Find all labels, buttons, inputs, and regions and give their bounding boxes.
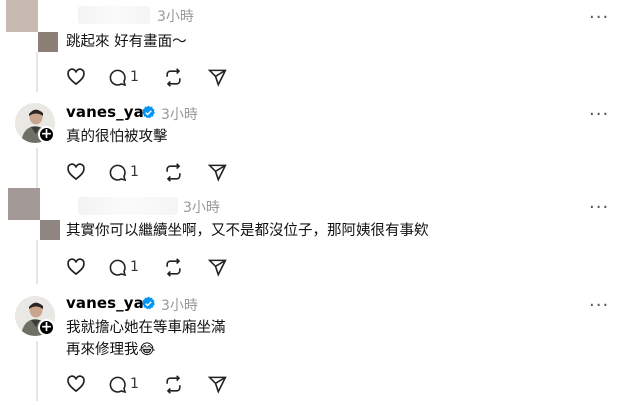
reply-count: 1: [130, 259, 139, 275]
follow-plus-icon[interactable]: +: [38, 126, 55, 143]
thread-line: [36, 52, 38, 92]
share-button[interactable]: [208, 161, 227, 183]
like-button[interactable]: [66, 373, 86, 395]
repost-button[interactable]: [164, 256, 183, 278]
reply-count: 1: [130, 376, 139, 392]
repost-icon: [166, 67, 181, 87]
comment-line: 真的很怕被攻擊: [66, 129, 168, 145]
verified-badge-icon: [142, 296, 155, 310]
comment-line: 跳起來 好有畫面～: [66, 34, 187, 50]
comment-text: 跳起來 好有畫面～: [66, 31, 187, 53]
username-redacted[interactable]: [78, 197, 178, 215]
share-icon: [208, 376, 227, 394]
repost-icon: [166, 162, 181, 182]
comment-line: 再來修理我😂: [66, 342, 156, 358]
thread-line: [36, 341, 38, 401]
share-icon: [208, 259, 227, 277]
reply-button[interactable]: 1: [108, 373, 139, 395]
comment-line: 其實你可以繼續坐啊，又不是都沒位子，那阿姨很有事欸: [66, 223, 429, 239]
comment-icon: [109, 69, 127, 86]
heart-icon: [67, 68, 85, 86]
heart-icon: [67, 163, 85, 181]
timestamp: 3小時: [157, 9, 194, 25]
comment-text: 我就擔心她在等車廂坐滿 再來修理我😂: [66, 317, 226, 361]
action-bar: 1: [66, 373, 236, 397]
comment-icon: [109, 376, 127, 393]
avatar[interactable]: [8, 188, 60, 240]
action-bar: 1: [66, 161, 236, 185]
timestamp: 3小時: [161, 298, 198, 314]
comment-icon: [109, 164, 127, 181]
comment-text: 真的很怕被攻擊: [66, 126, 168, 148]
more-icon[interactable]: ···: [589, 9, 609, 27]
repost-icon: [166, 257, 181, 277]
comment-line: 我就擔心她在等車廂坐滿: [66, 320, 226, 336]
avatar[interactable]: [6, 0, 58, 52]
more-icon[interactable]: ···: [589, 106, 609, 124]
username-redacted[interactable]: [78, 6, 150, 24]
share-button[interactable]: [208, 66, 227, 88]
comment-icon: [109, 259, 127, 276]
action-bar: 1: [66, 256, 236, 280]
action-bar: 1: [66, 66, 236, 90]
share-icon: [208, 69, 227, 87]
more-icon[interactable]: ···: [589, 199, 609, 217]
heart-icon: [67, 375, 85, 393]
timestamp: 3小時: [161, 107, 198, 123]
reply-count: 1: [130, 69, 139, 85]
like-button[interactable]: [66, 66, 86, 88]
comment-item: + vanes_yao 3小時 ··· 真的很怕被攻擊 1: [0, 98, 626, 188]
thread-line: [36, 148, 38, 188]
more-icon[interactable]: ···: [589, 297, 609, 315]
reply-count: 1: [130, 164, 139, 180]
timestamp: 3小時: [183, 200, 220, 216]
reply-button[interactable]: 1: [108, 256, 139, 278]
repost-button[interactable]: [164, 66, 183, 88]
like-button[interactable]: [66, 256, 86, 278]
verified-badge-icon: [142, 105, 155, 119]
heart-icon: [67, 258, 85, 276]
share-button[interactable]: [208, 373, 227, 395]
reply-button[interactable]: 1: [108, 161, 139, 183]
thread-line: [36, 240, 38, 284]
share-button[interactable]: [208, 256, 227, 278]
repost-button[interactable]: [164, 373, 183, 395]
share-icon: [208, 164, 227, 182]
like-button[interactable]: [66, 161, 86, 183]
repost-button[interactable]: [164, 161, 183, 183]
follow-plus-icon[interactable]: +: [38, 319, 55, 336]
comment-item: 3小時 ··· 跳起來 好有畫面～ 1: [0, 0, 626, 98]
comment-item: + vanes_yao 3小時 ··· 我就擔心她在等車廂坐滿 再來修理我😂 1: [0, 288, 626, 405]
comment-text: 其實你可以繼續坐啊，又不是都沒位子，那阿姨很有事欸: [66, 220, 429, 242]
reply-button[interactable]: 1: [108, 66, 139, 88]
comment-item: 3小時 ··· 其實你可以繼續坐啊，又不是都沒位子，那阿姨很有事欸 1: [0, 188, 626, 288]
repost-icon: [166, 374, 181, 394]
